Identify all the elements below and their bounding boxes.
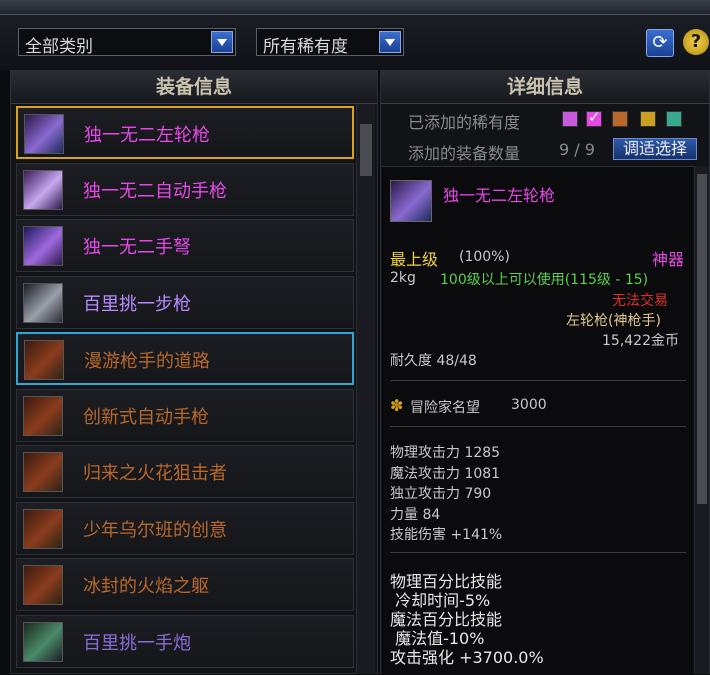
detail-price: 15,422金币 [602,333,679,349]
count-value: 9 / 9 [559,140,595,159]
divider [390,380,686,381]
list-item[interactable]: 独一无二左轮枪 [16,106,354,159]
stat-line: 物理攻击力 1285 [390,445,501,461]
chevron-down-icon[interactable] [379,31,401,53]
divider [390,552,686,553]
fame-value: 3000 [511,397,547,413]
chest-icon [23,395,63,436]
detail-grade-pct: (100%) [459,249,510,265]
rarity-added-label: 已添加的稀有度 [408,113,521,132]
list-item[interactable]: 创新式自动手枪 [16,388,354,442]
list-item[interactable]: 漫游枪手的道路 [16,332,354,385]
stat-line: 力量 84 [390,506,441,523]
chest-icon [24,340,64,380]
rarity-checkbox-1[interactable] [562,111,578,127]
auto-pistol-icon [23,169,63,210]
rarity-checkbox-5[interactable] [666,111,682,127]
list-item-name: 独一无二左轮枪 [84,125,210,146]
detail-rarity: 神器 [652,250,685,269]
rarity-checkbox-4[interactable] [640,111,656,127]
list-item[interactable]: 独一无二自动手枪 [16,162,354,216]
chevron-down-icon[interactable] [211,31,233,53]
detail-grade: 最上级 [390,250,439,269]
rarity-checkbox-2[interactable]: ✓ [586,108,602,127]
chest-icon [23,508,63,549]
window-frame [0,0,710,15]
crossbow-icon [23,226,63,266]
list-scrollbar[interactable] [356,104,375,674]
stat-line: 技能伤害 +141% [390,527,503,543]
list-item[interactable]: 归来之火花狙击者 [16,445,354,498]
detail-durability: 耐久度 48/48 [390,353,477,369]
list-item-name: 创新式自动手枪 [83,406,209,428]
list-item-name: 少年乌尔班的创意 [83,519,227,541]
chest-icon [23,452,63,492]
list-item[interactable]: 百里挑一手炮 [16,614,354,668]
revolver-icon [24,114,64,154]
category-dropdown[interactable]: 全部类别 [18,28,236,57]
list-item[interactable]: 少年乌尔班的创意 [16,501,354,555]
list-scrollbar-thumb[interactable] [360,124,372,176]
list-item-name: 百里挑一步枪 [83,293,191,315]
rifle-icon [23,282,63,323]
list-item-name: 漫游枪手的道路 [84,351,210,372]
detail-scrollbar[interactable] [694,166,709,674]
list-item-name: 百里挑一手炮 [83,632,191,654]
refresh-icon[interactable]: ⟳ [646,29,674,57]
fame-icon: ✽ [390,396,404,415]
rarity-dropdown[interactable]: 所有稀有度 [256,28,404,57]
equipment-list-title: 装备信息 [11,71,377,104]
rarity-dropdown-value: 所有稀有度 [263,37,348,57]
detail-level-req: 100级以上可以使用(115级 - 15) [440,272,649,288]
adjust-selection-button[interactable]: 调适选择 [613,138,697,160]
fame-label: 冒险家名望 [410,400,480,416]
list-item-name: 独一无二手弩 [83,237,191,258]
chest-icon [23,565,63,605]
skill-line: 攻击强化 +3700.0% [390,648,544,667]
divider [390,426,686,427]
stat-line: 独立攻击力 790 [390,486,492,502]
detail-scrollbar-thumb[interactable] [697,174,707,504]
list-item[interactable]: 冰封的火焰之躯 [16,558,354,611]
help-icon[interactable]: ? [683,29,709,55]
count-label: 添加的装备数量 [408,144,521,163]
revolver-icon [390,180,432,222]
list-item-name: 冰封的火焰之躯 [83,576,209,597]
detail-item-name: 独一无二左轮枪 [443,186,556,205]
hand-cannon-icon [23,621,63,662]
detail-trade: 无法交易 [612,293,668,309]
stat-line: 魔法攻击力 1081 [390,465,501,482]
detail-weight: 2kg [390,270,416,286]
list-item[interactable]: 百里挑一步枪 [16,275,354,329]
list-item-name: 独一无二自动手枪 [83,180,227,202]
category-dropdown-value: 全部类别 [25,37,93,57]
detail-type: 左轮枪(神枪手) [566,313,661,329]
detail-title: 详细信息 [381,71,709,104]
list-item[interactable]: 独一无二手弩 [16,219,354,272]
list-item-name: 归来之火花狙击者 [83,463,227,484]
rarity-checkbox-3[interactable] [612,111,628,127]
checkmark-icon: ✓ [588,108,601,126]
